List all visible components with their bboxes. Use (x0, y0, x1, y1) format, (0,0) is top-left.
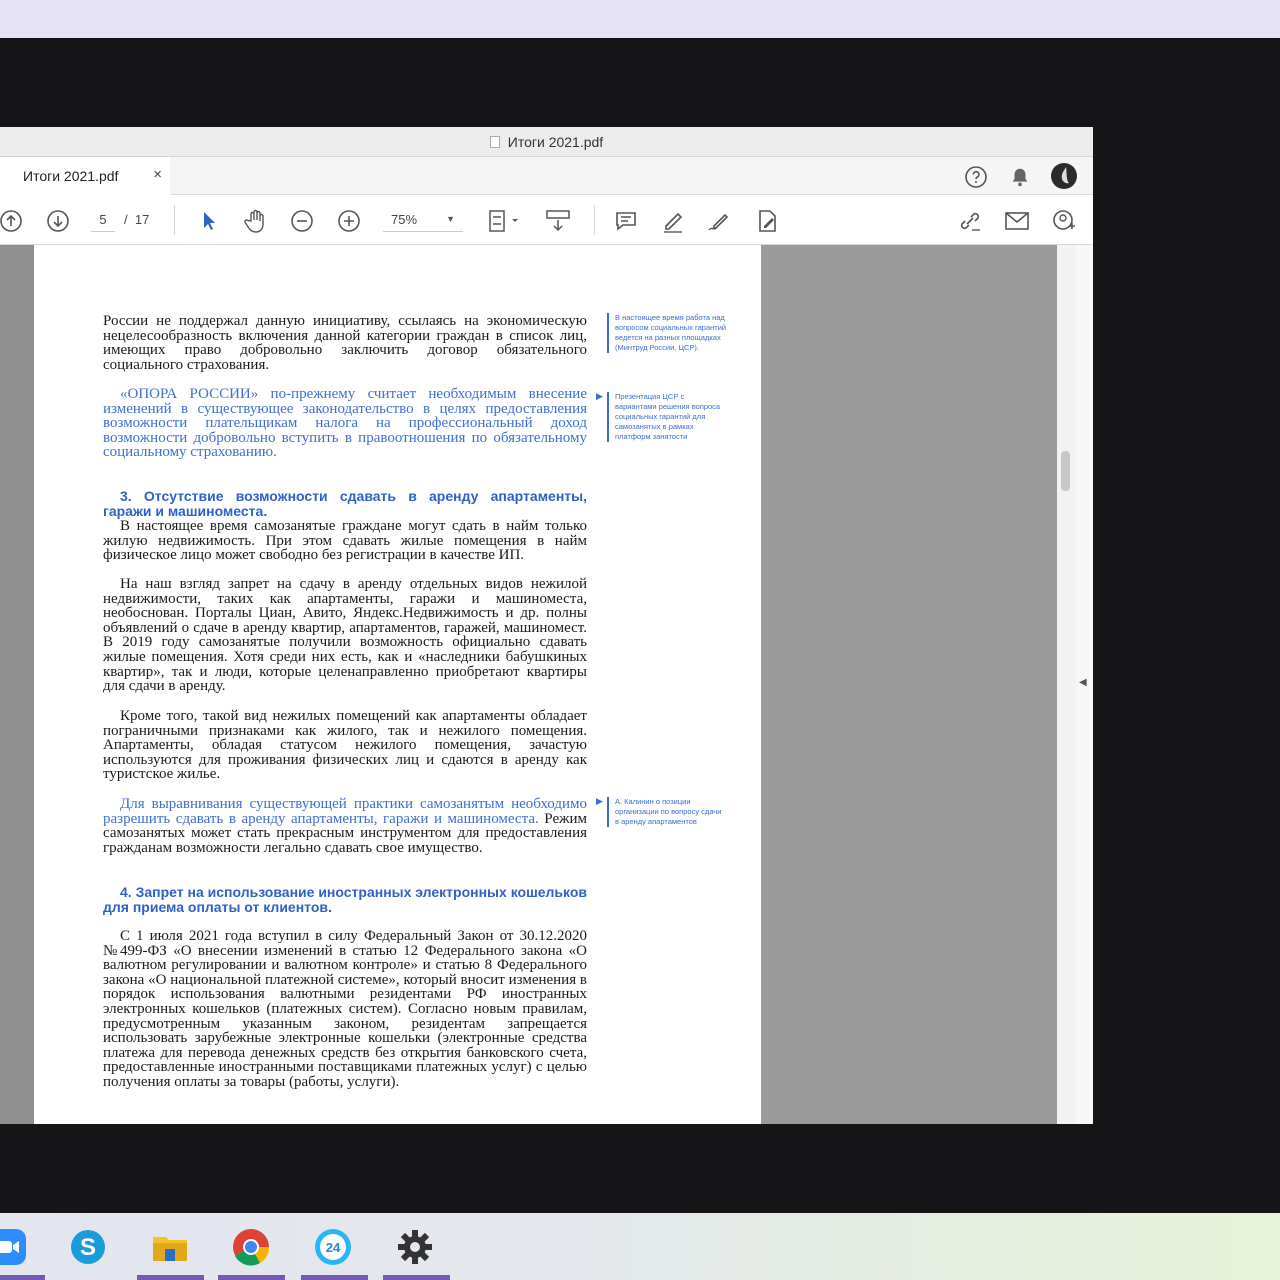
zoom-in-icon[interactable] (336, 208, 362, 234)
margin-note: А. Калинин о позиции организации по вопр… (607, 797, 727, 827)
highlighted-text: Для выравнивания существующей практики с… (103, 796, 587, 827)
left-gutter (0, 245, 34, 1124)
taskbar: S 24 (0, 1213, 1280, 1280)
vertical-scrollbar[interactable] (1057, 245, 1076, 1124)
page-separator: / (124, 212, 128, 227)
file-manager-icon[interactable] (150, 1227, 190, 1267)
page-total: 17 (134, 212, 150, 227)
taskbar-active-indicator (301, 1275, 368, 1280)
paragraph: Кроме того, такой вид нежилых помещений … (103, 708, 587, 783)
window-titlebar: Итоги 2021.pdf (0, 127, 1093, 157)
section-heading: 3. Отсутствие возможности сдавать в арен… (103, 488, 587, 519)
paragraph: В настоящее время самозанятые граждане м… (103, 518, 587, 564)
tab-label: Итоги 2021.pdf (23, 168, 119, 184)
svg-text:S: S (80, 1234, 96, 1261)
window-title: Итоги 2021.pdf (507, 133, 604, 150)
paragraph: На наш взгляд запрет на сдачу в аренду о… (103, 576, 587, 695)
highlighted-paragraph: «ОПОРА РОССИИ» по-прежнему считает необх… (103, 386, 587, 461)
zoom-value: 75% (391, 212, 418, 227)
document-icon (489, 135, 500, 148)
edit-pdf-icon[interactable] (754, 208, 780, 234)
zoom-out-icon[interactable] (289, 208, 315, 234)
page-number-input[interactable]: 5 (91, 208, 115, 232)
page-up-icon[interactable] (0, 208, 24, 234)
top-strip (0, 0, 1280, 38)
avatar[interactable] (1051, 163, 1077, 189)
tab-close-icon[interactable]: × (153, 166, 162, 183)
app-24-icon[interactable]: 24 (313, 1227, 353, 1267)
toolbar-divider (174, 205, 175, 235)
taskbar-active-indicator (137, 1275, 204, 1280)
highlight-icon[interactable] (660, 208, 686, 234)
taskbar-active-indicator (218, 1275, 285, 1280)
comment-icon[interactable] (613, 208, 639, 234)
paragraph: С 1 июля 2021 года вступил в силу Федера… (103, 928, 587, 1090)
document-viewport[interactable]: России не поддержал данную инициативу, с… (0, 245, 1093, 1124)
toolbar: 5 / 17 75% ▼ (0, 195, 1093, 245)
pdf-page: России не поддержал данную инициативу, с… (34, 245, 761, 1124)
email-icon[interactable] (1004, 208, 1030, 234)
chrome-icon[interactable] (231, 1227, 271, 1267)
margin-note: Презентация ЦСР с вариантами решения воп… (607, 392, 727, 442)
hand-icon[interactable] (243, 208, 269, 234)
chevron-left-icon[interactable]: ◀ (1079, 677, 1087, 688)
zoom-select[interactable]: 75% ▼ (383, 208, 463, 232)
share-link-icon[interactable] (957, 208, 983, 234)
taskbar-active-indicator (383, 1275, 450, 1280)
bell-icon[interactable] (1008, 165, 1032, 189)
sign-icon[interactable] (706, 208, 732, 234)
add-user-icon[interactable] (1051, 208, 1077, 234)
pdf-viewer-window: Итоги 2021.pdf Итоги 2021.pdf × 5 / 17 7… (0, 127, 1093, 1124)
skype-icon[interactable]: S (68, 1227, 108, 1267)
scrollbar-thumb[interactable] (1061, 451, 1070, 491)
chevron-down-icon: ▼ (446, 214, 455, 224)
note-marker-icon: ▶ (596, 796, 603, 806)
margin-note: В настоящее время работа над вопросом со… (607, 313, 727, 353)
tab-bar: Итоги 2021.pdf × (0, 157, 1093, 195)
settings-gear-icon[interactable] (395, 1227, 435, 1267)
side-panel-toggle[interactable]: ◀ (1076, 245, 1093, 1124)
scroll-mode-icon[interactable] (543, 208, 573, 234)
taskbar-active-indicator (0, 1275, 45, 1280)
page-down-icon[interactable] (45, 208, 71, 234)
select-icon[interactable] (196, 208, 222, 234)
fit-page-icon[interactable] (486, 208, 522, 234)
paragraph: Для выравнивания существующей практики с… (103, 796, 587, 856)
help-icon[interactable] (964, 165, 988, 189)
note-marker-icon: ▶ (596, 391, 603, 401)
document-tab[interactable]: Итоги 2021.pdf × (0, 157, 170, 195)
paragraph: России не поддержал данную инициативу, с… (103, 313, 587, 373)
section-heading: 4. Запрет на использование иностранных э… (103, 884, 587, 915)
svg-text:24: 24 (326, 1240, 341, 1255)
canvas-background (761, 245, 1057, 1124)
page-count: / 17 (124, 212, 149, 227)
zoom-icon[interactable] (0, 1227, 28, 1267)
toolbar-divider (594, 205, 595, 235)
